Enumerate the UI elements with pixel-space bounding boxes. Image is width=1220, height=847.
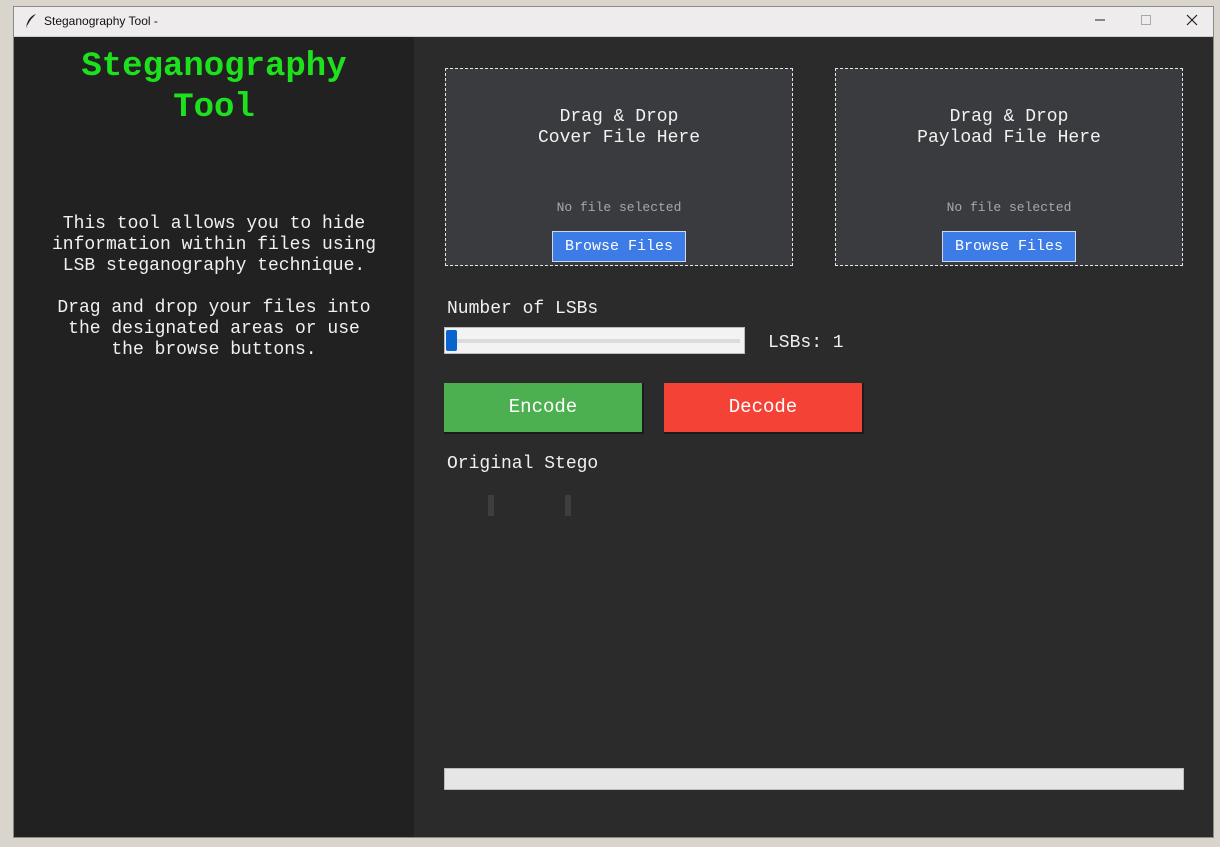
app-description: This tool allows you to hide information… xyxy=(51,214,377,360)
maximize-icon xyxy=(1140,13,1152,31)
decode-button[interactable]: Decode xyxy=(664,383,864,434)
stego-image-preview xyxy=(565,495,571,516)
encode-button[interactable]: Encode xyxy=(444,383,644,434)
app-title: Steganography Tool xyxy=(81,48,347,127)
maximize-button[interactable] xyxy=(1123,7,1169,36)
payload-file-status: No file selected xyxy=(946,200,1072,215)
cover-browse-button[interactable]: Browse Files xyxy=(552,231,686,262)
feather-icon xyxy=(24,13,38,29)
app-window: Steganography Tool - Steganography Tool … xyxy=(13,6,1214,838)
slider-thumb[interactable] xyxy=(446,330,457,351)
minimize-icon xyxy=(1094,13,1106,31)
cover-dropzone[interactable]: Drag & Drop Cover File Here No file sele… xyxy=(445,68,793,266)
progress-bar xyxy=(444,768,1184,790)
sidebar: Steganography Tool This tool allows you … xyxy=(14,37,414,837)
title-bar[interactable]: Steganography Tool - xyxy=(14,7,1213,37)
slider-track xyxy=(449,339,740,343)
lsb-value: LSBs: 1 xyxy=(768,333,844,353)
main-panel: Drag & Drop Cover File Here No file sele… xyxy=(414,37,1213,837)
cover-file-status: No file selected xyxy=(556,200,682,215)
lsb-slider[interactable] xyxy=(444,327,745,354)
payload-browse-button[interactable]: Browse Files xyxy=(942,231,1076,262)
close-icon xyxy=(1186,13,1198,31)
lsb-label: Number of LSBs xyxy=(447,299,599,319)
payload-dropzone-title: Drag & Drop Payload File Here xyxy=(917,107,1101,148)
window-title: Steganography Tool - xyxy=(44,14,158,28)
image-labels: Original Stego xyxy=(447,454,599,474)
payload-dropzone[interactable]: Drag & Drop Payload File Here No file se… xyxy=(835,68,1183,266)
close-button[interactable] xyxy=(1169,7,1213,36)
cover-dropzone-title: Drag & Drop Cover File Here xyxy=(537,107,701,148)
minimize-button[interactable] xyxy=(1077,7,1123,36)
original-image-preview xyxy=(488,495,494,516)
